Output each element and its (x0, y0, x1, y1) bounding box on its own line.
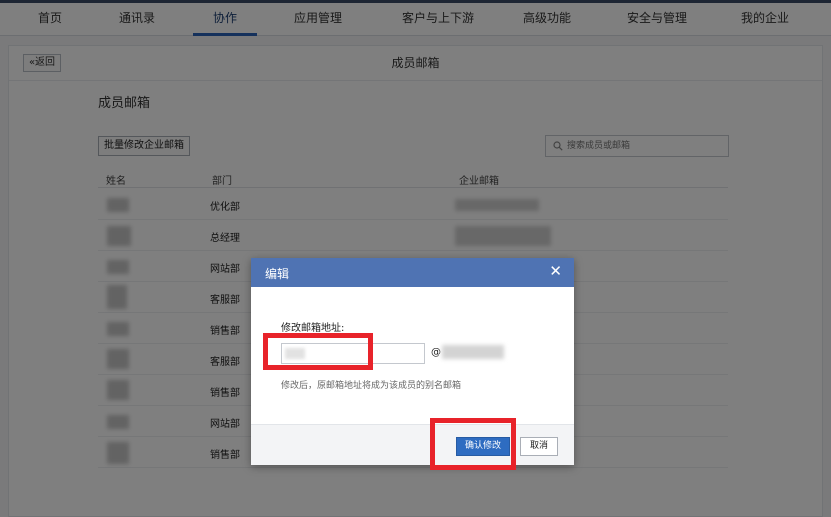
alias-hint: 修改后，原邮箱地址将成为该成员的别名邮箱 (281, 381, 462, 391)
at-sign: @ (431, 347, 441, 358)
dialog-header: 编辑 ✕ (251, 258, 574, 287)
email-input[interactable] (285, 346, 421, 361)
dialog-title: 编辑 (265, 267, 290, 281)
dialog-footer: 确认修改 取消 (251, 424, 574, 465)
confirm-button[interactable]: 确认修改 (456, 437, 510, 456)
edit-email-dialog: 编辑 ✕ 修改邮箱地址: @ 修改后，原邮箱地址将成为该成员的别名邮箱 确认修改… (251, 258, 574, 465)
cancel-button[interactable]: 取消 (520, 437, 558, 456)
email-domain-redacted (442, 345, 504, 359)
close-icon[interactable]: ✕ (549, 264, 562, 279)
email-field[interactable] (281, 343, 425, 364)
email-field-label: 修改邮箱地址: (281, 323, 345, 334)
